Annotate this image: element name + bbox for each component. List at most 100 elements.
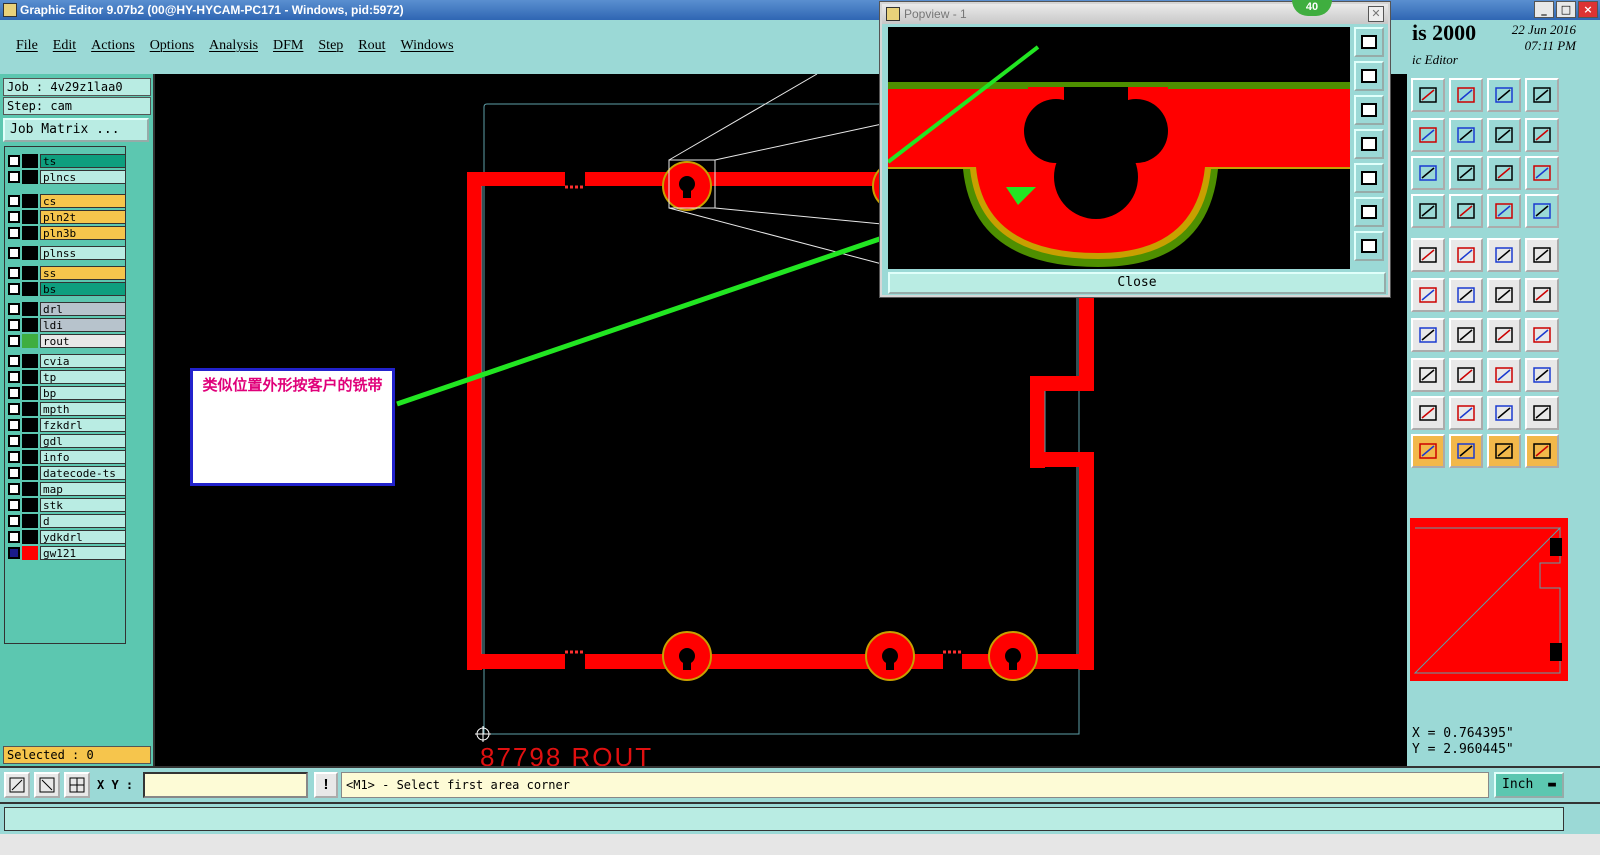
layer-row-drl[interactable]: drl [8,301,126,316]
menu-actions[interactable]: Actions [91,38,135,54]
grid-icon[interactable] [64,772,90,798]
job-matrix-button[interactable]: Job Matrix ... [3,118,149,142]
swap-icon[interactable] [1487,118,1521,152]
layer-row-pln3b[interactable]: pln3b [8,225,126,240]
connect-icon[interactable] [1411,278,1445,312]
point-icon[interactable] [1487,278,1521,312]
move-left-icon[interactable] [1411,118,1445,152]
layer-name[interactable]: cs [40,193,126,208]
popview-pan-left-icon[interactable] [1354,129,1384,159]
layer-checkbox[interactable] [8,210,20,223]
layer-row-info[interactable]: info [8,449,126,464]
layer-row-d[interactable]: d [8,513,126,528]
help-icon[interactable] [1525,156,1559,190]
layer-name[interactable]: cvia [40,353,126,368]
window-icon[interactable] [1525,78,1559,112]
line-split-icon[interactable] [1449,358,1483,392]
menu-analysis[interactable]: Analysis [209,38,258,54]
layer-row-cvia[interactable]: cvia [8,353,126,368]
popview-zoom-out-icon[interactable] [1354,197,1384,227]
layer-checkbox[interactable] [8,546,20,559]
layer-row-ts[interactable]: ts [8,153,126,168]
layer-name[interactable]: map [40,481,126,496]
menu-options[interactable]: Options [150,38,194,54]
xy-input[interactable] [143,772,308,798]
line-slope-icon[interactable] [1411,318,1445,352]
layer-row-pln2t[interactable]: pln2t [8,209,126,224]
layer-compare-icon[interactable] [1487,194,1521,228]
arc-a-icon[interactable] [1411,396,1445,430]
line-icon[interactable] [1449,318,1483,352]
layer-row-map[interactable]: map [8,481,126,496]
group-icon[interactable] [1525,358,1559,392]
popview-canvas[interactable] [888,27,1350,269]
layer-checkbox[interactable] [8,226,20,239]
maximize-button[interactable]: □ [1556,1,1576,18]
arc-b-icon[interactable] [1449,396,1483,430]
menu-step[interactable]: Step [318,38,343,54]
layer-name[interactable]: bp [40,385,126,400]
layer-checkbox[interactable] [8,170,20,183]
menu-windows[interactable]: Windows [401,38,454,54]
layer-name[interactable]: d [40,513,126,528]
layer-row-cs[interactable]: cs [8,193,126,208]
layer-checkbox[interactable] [8,434,20,447]
measure-icon[interactable] [34,772,60,798]
unit-selector[interactable]: Inch ▬ [1494,772,1564,798]
layer-name[interactable]: gdl [40,433,126,448]
layer-row-bp[interactable]: bp [8,385,126,400]
fit-vertical-icon[interactable] [1411,156,1445,190]
home-icon[interactable] [1487,78,1521,112]
layer-checkbox[interactable] [8,154,20,167]
layer-name[interactable]: fzkdrl [40,417,126,432]
layer-checkbox[interactable] [8,370,20,383]
add-pad-icon[interactable] [1411,238,1445,272]
minimize-button[interactable]: _ [1534,1,1554,18]
menu-file[interactable]: File [16,38,38,54]
layer-checkbox[interactable] [8,194,20,207]
layer-name[interactable]: plnss [40,245,126,260]
popview-zoom-fit-icon[interactable] [1354,27,1384,57]
layer-name[interactable]: rout [40,333,126,348]
layer-row-tp[interactable]: tp [8,369,126,384]
snake-icon[interactable] [1525,118,1559,152]
layer-name[interactable]: bs [40,281,126,296]
layer-row-stk[interactable]: stk [8,497,126,512]
layer-row-gdl[interactable]: gdl [8,433,126,448]
layer-name[interactable]: mpth [40,401,126,416]
layer-checkbox[interactable] [8,266,20,279]
layer-checkbox[interactable] [8,402,20,415]
layer-name[interactable]: pln3b [40,225,126,240]
layer-name[interactable]: ldi [40,317,126,332]
scale-1-2-icon[interactable] [1487,156,1521,190]
arc-d-icon[interactable] [1525,396,1559,430]
layer-checkbox[interactable] [8,282,20,295]
layer-name[interactable]: info [40,449,126,464]
pad-icon[interactable] [1411,358,1445,392]
layer-checkbox[interactable] [8,450,20,463]
layer-checkbox[interactable] [8,386,20,399]
popview-pan-up-icon[interactable] [1354,61,1384,91]
overview-map[interactable] [1410,518,1568,681]
menu-dfm[interactable]: DFM [273,38,303,54]
arc-c-icon[interactable] [1487,396,1521,430]
popview-close-icon[interactable]: ✕ [1368,6,1384,22]
layer-name[interactable]: tp [40,369,126,384]
resize-icon[interactable] [1487,358,1521,392]
layer-name[interactable]: gw121 [40,545,126,560]
layer-row-plncs[interactable]: plncs [8,169,126,184]
rotate-icon[interactable] [1487,318,1521,352]
select-poly-icon[interactable] [1487,434,1521,468]
layer-row-rout[interactable]: rout [8,333,126,348]
layer-checkbox[interactable] [8,246,20,259]
popview-close-button[interactable]: Close [888,272,1386,294]
circle-icon[interactable] [1525,238,1559,272]
select-box-icon[interactable] [1449,434,1483,468]
layer-checkbox[interactable] [8,354,20,367]
layer-name[interactable]: ss [40,265,126,280]
layer-compare-2-icon[interactable] [1525,194,1559,228]
layer-name[interactable]: pln2t [40,209,126,224]
layer-row-plnss[interactable]: plnss [8,245,126,260]
layer-checkbox[interactable] [8,318,20,331]
layer-name[interactable]: drl [40,301,126,316]
